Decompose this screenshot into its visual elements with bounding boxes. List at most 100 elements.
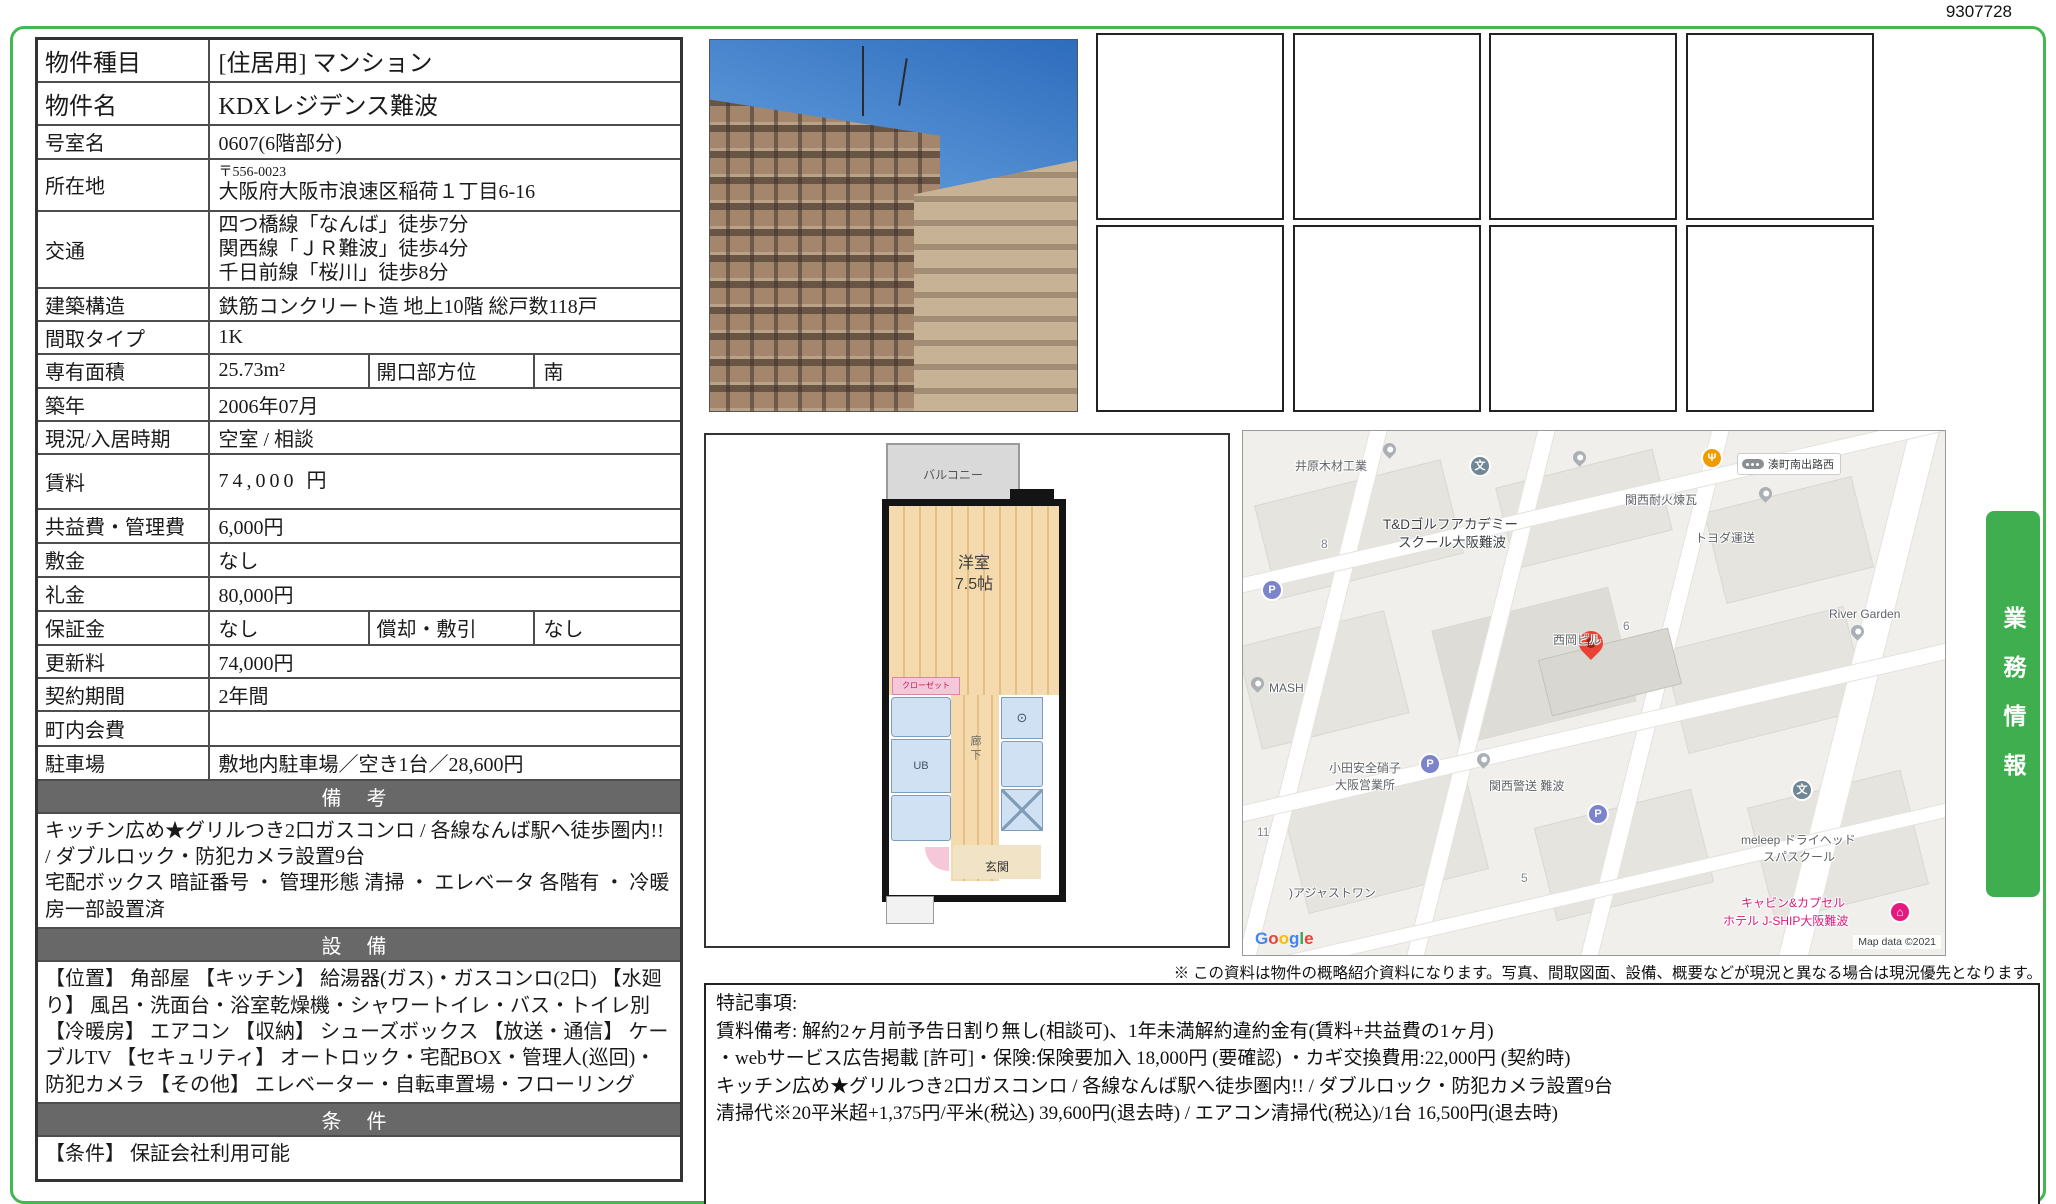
- field-label: 敷金: [35, 541, 210, 578]
- access-line: 四つ橋線「なんば」徒歩7分: [218, 213, 469, 236]
- business-info-label: 業務情報: [2000, 606, 2026, 802]
- location-map: 文 文 Ψ P P P ⌂ 井原木材工業 湊町南出路西 関西耐火煉瓦 T&Dゴル…: [1242, 430, 1946, 956]
- school-icon: 文: [1471, 457, 1489, 475]
- washer-space: [1001, 789, 1043, 831]
- field-value: なし: [207, 541, 683, 578]
- unit-bath: UB: [891, 739, 951, 793]
- map-label: 5: [1521, 871, 1528, 885]
- gas-stove: ⊙: [1001, 697, 1043, 739]
- map-label: キャビン&カプセル: [1741, 896, 1846, 910]
- field-label: 号室名: [35, 123, 210, 160]
- field-value: 〒556-0023 大阪府大阪市浪速区稲荷１丁目6-16: [207, 157, 683, 212]
- map-label: 8: [1321, 537, 1328, 551]
- field-label: 物件名: [35, 80, 210, 126]
- map-label: 関西警送 難波: [1489, 779, 1565, 793]
- remarks-text: キッチン広め★グリルつき2口ガスコンロ / 各線なんば駅へ徒歩圏内!! / ダブ…: [35, 811, 683, 930]
- special-notes-box: 特記事項: 賃料備考: 解約2ヶ月前予告日割り無し(相談可)、1年未満解約違約金…: [704, 983, 2040, 1204]
- map-label: 大阪営業所: [1335, 778, 1396, 792]
- map-label: T&Dゴルフアカデミー: [1383, 517, 1518, 532]
- field-label: 建築構造: [35, 286, 210, 322]
- field-value: なし: [207, 609, 370, 646]
- field-value: KDXレジデンス難波: [207, 80, 683, 126]
- floorplan-closet: クローゼット: [892, 677, 960, 695]
- map-label: 6: [1623, 619, 1630, 633]
- logo-letter: o: [1278, 929, 1290, 948]
- section-header-remarks: 備 考: [35, 778, 683, 814]
- map-label: meleep ドライヘッド: [1741, 833, 1856, 847]
- field-value: 2006年07月: [207, 386, 683, 422]
- section-header-conditions: 条 件: [35, 1102, 683, 1138]
- map-label: スクール大阪難波: [1398, 535, 1506, 550]
- field-label: 賃料: [35, 452, 210, 510]
- field-label: 交通: [35, 209, 210, 289]
- field-value: [住居用] マンション: [207, 37, 683, 83]
- special-note-line: 賃料備考: 解約2ヶ月前予告日割り無し(相談可)、1年未満解約違約金有(賃料+共…: [716, 1020, 1494, 1042]
- map-label: MASH: [1269, 681, 1304, 695]
- room-size: 7.5帖: [954, 575, 994, 593]
- special-note-line: ・webサービス広告掲載 [許可]・保険:保険要加入 18,000円 (要確認)…: [716, 1048, 1571, 1070]
- document-number: 9307728: [1945, 2, 2012, 21]
- map-label: 西岡ビル: [1553, 633, 1602, 647]
- field-label: 間取タイプ: [35, 319, 210, 355]
- conditions-text: 【条件】 保証会社利用可能: [35, 1135, 683, 1182]
- remarks-paragraph: 宅配ボックス 暗証番号 ・ 管理形態 清掃 ・ エレベータ 各階有 ・ 冷暖房一…: [45, 872, 670, 921]
- map-attribution: Map data ©2021: [1853, 935, 1941, 949]
- antenna: [862, 46, 864, 116]
- map-label: 井原木材工業: [1295, 459, 1368, 473]
- map-label: スパスクール: [1763, 850, 1836, 864]
- field-label: 駐車場: [35, 744, 210, 781]
- remarks-paragraph: キッチン広め★グリルつき2口ガスコンロ / 各線なんば駅へ徒歩圏内!! / ダブ…: [45, 819, 664, 869]
- floorplan-entrance: 玄関: [953, 845, 1041, 879]
- map-label: ホテル J-SHIP大阪難波: [1723, 914, 1849, 928]
- photo-placeholder: [1686, 225, 1874, 412]
- map-label: 湊町南出路西: [1768, 459, 1834, 471]
- address-text: 大阪府大阪市浪速区稲荷１丁目6-16: [218, 180, 536, 203]
- rent-value: 74,000 円: [207, 452, 683, 510]
- field-value: 南: [532, 352, 683, 389]
- field-label: 償却・敷引: [367, 609, 535, 646]
- map-label: 小田安全硝子: [1329, 761, 1402, 775]
- map-label: 11: [1257, 825, 1270, 839]
- field-label: 保証金: [35, 609, 210, 646]
- access-line: 千日前線「桜川」徒歩8分: [218, 262, 449, 285]
- postal-code: 〒556-0023: [218, 165, 287, 181]
- exit-sign: 湊町南出路西: [1737, 453, 1841, 475]
- google-logo: Google: [1255, 929, 1314, 949]
- field-label: 町内会費: [35, 709, 210, 747]
- field-label: 契約期間: [35, 676, 210, 712]
- poi-pin-icon: [1570, 448, 1589, 467]
- field-label: 築年: [35, 386, 210, 422]
- field-value: 1K: [207, 319, 683, 355]
- special-note-line: キッチン広め★グリルつき2口ガスコンロ / 各線なんば駅へ徒歩圏内!! / ダブ…: [716, 1075, 1613, 1097]
- map-label: 関西耐火煉瓦: [1625, 493, 1698, 507]
- equipment-text: 【位置】 角部屋 【キッチン】 給湯器(ガス)・ガスコンロ(2口) 【水廻り】 …: [35, 960, 683, 1105]
- field-label: 更新料: [35, 643, 210, 679]
- field-value: 四つ橋線「なんば」徒歩7分 関西線「ＪＲ難波」徒歩4分 千日前線「桜川」徒歩8分: [207, 209, 683, 289]
- field-value: [207, 709, 683, 747]
- hotel-icon: ⌂: [1891, 903, 1909, 921]
- access-line: 関西線「ＪＲ難波」徒歩4分: [218, 237, 469, 260]
- disclaimer-note: ※ この資料は物件の概略紹介資料になります。写真、間取図面、設備、概要などが現況…: [1173, 965, 2042, 982]
- antenna: [898, 58, 908, 106]
- section-header-equipment: 設 備: [35, 927, 683, 963]
- field-label: 専有面積: [35, 352, 210, 389]
- special-notes-title: 特記事項:: [716, 993, 798, 1014]
- logo-letter: g: [1289, 929, 1300, 948]
- field-value: 敷地内駐車場／空き1台／28,600円: [207, 744, 683, 781]
- parking-icon: P: [1589, 805, 1607, 823]
- photo-placeholder: [1096, 225, 1284, 412]
- field-label: 開口部方位: [367, 352, 535, 389]
- corridor-label: 廊下: [969, 735, 981, 763]
- field-value: 2年間: [207, 676, 683, 712]
- photo-placeholder: [1293, 33, 1481, 220]
- logo-letter: G: [1255, 929, 1269, 948]
- field-label: 所在地: [35, 157, 210, 212]
- property-table: 物件種目 [住居用] マンション 物件名 KDXレジデンス難波 号室名 0607…: [35, 37, 683, 1183]
- field-value: 74,000円: [207, 643, 683, 679]
- entrance-door-swing: [925, 847, 949, 871]
- logo-letter: o: [1268, 929, 1279, 948]
- room-label: 洋室 7.5帖: [889, 554, 1059, 596]
- field-value: 空室 / 相談: [207, 419, 683, 455]
- parking-icon: P: [1421, 755, 1439, 773]
- special-note-line: 清掃代※20平米超+1,375円/平米(税込) 39,600円(退去時) / エ…: [716, 1103, 1558, 1125]
